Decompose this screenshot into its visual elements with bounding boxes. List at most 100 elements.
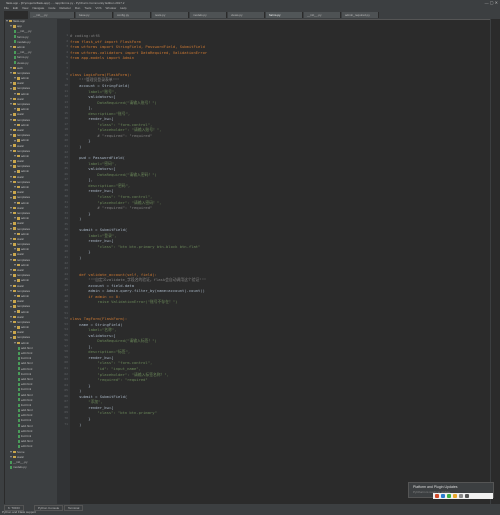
chevron-down-icon[interactable] <box>14 170 16 173</box>
chevron-down-icon[interactable] <box>10 165 12 168</box>
chevron-down-icon[interactable] <box>10 181 12 184</box>
chevron-down-icon[interactable] <box>10 336 12 339</box>
tray-icon[interactable] <box>459 494 463 498</box>
chevron-down-icon[interactable] <box>10 196 12 199</box>
chevron-down-icon[interactable] <box>10 289 12 292</box>
chevron-down-icon[interactable] <box>10 269 12 272</box>
chevron-down-icon[interactable] <box>14 155 16 158</box>
tree-label: add.html <box>21 345 33 350</box>
chevron-down-icon[interactable] <box>10 191 12 194</box>
chevron-down-icon[interactable] <box>10 149 12 152</box>
menu-file[interactable]: File <box>4 6 9 10</box>
editor-tab[interactable]: admin_required.py <box>342 12 379 18</box>
chevron-down-icon[interactable] <box>10 206 12 209</box>
chevron-down-icon[interactable] <box>14 295 16 298</box>
menu-refactor[interactable]: Refactor <box>59 6 70 10</box>
tray-icon[interactable] <box>465 494 469 498</box>
chevron-down-icon[interactable] <box>10 331 12 334</box>
chevron-down-icon[interactable] <box>10 305 12 308</box>
chevron-down-icon[interactable] <box>14 217 16 220</box>
menu-tools[interactable]: Tools <box>84 6 91 10</box>
menu-edit[interactable]: Edit <box>13 6 18 10</box>
chevron-down-icon[interactable] <box>14 310 16 313</box>
menu-vcs[interactable]: VCS <box>95 6 101 10</box>
chevron-down-icon[interactable] <box>10 315 12 318</box>
chevron-down-icon[interactable] <box>10 227 12 230</box>
chevron-down-icon[interactable] <box>14 264 16 267</box>
menu-navigate[interactable]: Navigate <box>32 6 44 10</box>
chevron-down-icon[interactable] <box>10 238 12 241</box>
chevron-down-icon[interactable] <box>14 139 16 142</box>
chevron-down-icon[interactable] <box>10 300 12 303</box>
chevron-down-icon[interactable] <box>10 118 12 121</box>
code-editor[interactable]: # coding:utf8 from flask_wtf import Flask… <box>70 19 490 504</box>
tree-label: templates <box>17 226 31 231</box>
chevron-down-icon[interactable] <box>10 274 12 277</box>
chevron-down-icon[interactable] <box>14 248 16 251</box>
chevron-down-icon[interactable] <box>10 321 12 324</box>
chevron-down-icon[interactable] <box>10 134 12 137</box>
tray-icon[interactable] <box>453 494 457 498</box>
menu-run[interactable]: Run <box>75 6 81 10</box>
chevron-down-icon[interactable] <box>6 20 8 23</box>
menu-help[interactable]: Help <box>120 6 126 10</box>
chevron-down-icon[interactable] <box>10 160 12 163</box>
chevron-down-icon[interactable] <box>10 103 12 106</box>
folder-icon <box>17 310 20 313</box>
chevron-down-icon[interactable] <box>10 113 12 116</box>
chevron-down-icon[interactable] <box>10 222 12 225</box>
chevron-down-icon[interactable] <box>14 341 16 344</box>
project-tree[interactable]: flask-app app __init__.py forms.py models.py… <box>5 19 57 504</box>
editor-tab[interactable]: models.py <box>190 12 227 18</box>
menu-window[interactable]: Window <box>106 6 117 10</box>
chevron-down-icon[interactable] <box>14 326 16 329</box>
chevron-down-icon[interactable] <box>14 123 16 126</box>
chevron-down-icon[interactable] <box>14 108 16 111</box>
chevron-down-icon[interactable] <box>10 87 12 90</box>
editor-scrollbar[interactable] <box>490 19 500 504</box>
editor-tab[interactable]: __init__.py <box>304 12 341 18</box>
chevron-down-icon[interactable] <box>10 72 12 75</box>
chevron-down-icon[interactable] <box>10 450 12 453</box>
chevron-down-icon[interactable] <box>10 243 12 246</box>
chevron-down-icon[interactable] <box>14 201 16 204</box>
chevron-down-icon[interactable] <box>14 92 16 95</box>
chevron-down-icon[interactable] <box>14 186 16 189</box>
chevron-down-icon[interactable] <box>10 253 12 256</box>
editor-tab[interactable]: __init__.py <box>30 12 75 18</box>
chevron-down-icon[interactable] <box>10 212 12 215</box>
tray-icon[interactable] <box>447 494 451 498</box>
chevron-down-icon[interactable] <box>10 284 12 287</box>
chevron-down-icon[interactable] <box>10 46 12 49</box>
editor-tab[interactable]: forms.py <box>266 12 303 18</box>
chevron-down-icon[interactable] <box>10 455 12 458</box>
chevron-down-icon[interactable] <box>10 258 12 261</box>
editor-tab[interactable]: base.py <box>76 12 113 18</box>
chevron-down-icon[interactable] <box>10 66 12 69</box>
editor-tab[interactable]: tests.py <box>152 12 189 18</box>
chevron-down-icon[interactable] <box>10 25 12 28</box>
folder-icon <box>13 320 16 324</box>
tool-window-tab[interactable]: 6: TODO <box>4 505 24 511</box>
tool-window-tab[interactable]: Terminal <box>64 505 84 511</box>
chevron-down-icon[interactable] <box>10 144 12 147</box>
chevron-down-icon[interactable] <box>14 77 16 80</box>
python-file-icon <box>18 445 20 449</box>
tool-window-tab[interactable]: Python Console <box>34 505 64 511</box>
menu-code[interactable]: Code <box>48 6 55 10</box>
chevron-down-icon[interactable] <box>10 175 12 178</box>
chevron-down-icon[interactable] <box>14 232 16 235</box>
editor-tab[interactable]: config.py <box>114 12 151 18</box>
menu-view[interactable]: View <box>22 6 28 10</box>
chevron-down-icon[interactable] <box>10 82 12 85</box>
code-line: validators=[ <box>70 332 116 338</box>
editor-tab[interactable]: views.py <box>228 12 265 18</box>
chevron-down-icon[interactable] <box>14 279 16 282</box>
chevron-down-icon[interactable] <box>10 98 12 101</box>
chevron-down-icon[interactable] <box>10 129 12 132</box>
tree-file[interactable]: models.py <box>5 465 57 470</box>
line-number: 1 <box>66 33 68 37</box>
tray-icon[interactable] <box>441 494 445 498</box>
folder-icon <box>17 92 20 96</box>
tray-icon[interactable] <box>435 494 439 498</box>
